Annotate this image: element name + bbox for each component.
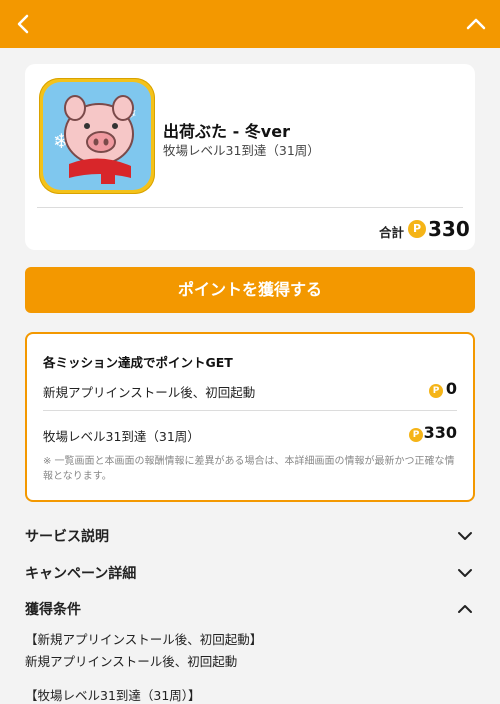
mission-note: ※ 一覧画面と本画面の報酬情報に差異がある場合は、本詳細画面の情報が最新かつ正確…	[43, 456, 455, 482]
get-points-button[interactable]: ポイントを獲得する	[25, 267, 475, 313]
section-title: キャンペーン詳細	[25, 566, 137, 582]
divider	[43, 410, 457, 411]
point-coin-icon: P	[429, 384, 443, 398]
point-coin-icon: P	[409, 428, 423, 442]
mission-points: 330	[423, 423, 457, 442]
app-condition: 牧場レベル31到達（31周）	[163, 143, 320, 158]
mission-points: 0	[445, 379, 457, 398]
mission-label: 新規アプリインストール後、初回起動	[43, 385, 256, 400]
chevron-down-icon	[458, 569, 472, 577]
point-coin-icon: P	[408, 220, 426, 238]
section-service-description[interactable]: サービス説明	[25, 524, 475, 548]
mission-label: 牧場レベル31到達（31周）	[43, 429, 200, 444]
section-title: 獲得条件	[25, 602, 81, 618]
chevron-up-icon[interactable]	[464, 12, 488, 36]
mission-item: 新規アプリインストール後、初回起動 P 0	[43, 379, 457, 402]
divider	[37, 207, 463, 208]
top-bar	[0, 0, 500, 48]
app-card: ❄ ❄ 出荷ぶた - 冬ver 牧場レベル31到達（31周） 合計 P 330	[25, 64, 475, 250]
total-label: 合計	[379, 225, 405, 240]
mission-item: 牧場レベル31到達（31周） P 330	[43, 423, 457, 446]
chevron-left-icon[interactable]	[12, 12, 36, 36]
section-campaign-details[interactable]: キャンペーン詳細	[25, 561, 475, 585]
condition-text: 新規アプリインストール後、初回起動	[25, 654, 238, 669]
chevron-up-icon	[458, 605, 472, 613]
chevron-down-icon	[458, 532, 472, 540]
mission-box: 各ミッション達成でポイントGET 新規アプリインストール後、初回起動 P 0 牧…	[25, 332, 475, 502]
app-title: 出荷ぶた - 冬ver	[163, 122, 290, 141]
condition-heading: 【牧場レベル31到達（31周）】	[25, 688, 201, 703]
pig-app-icon: ❄ ❄	[39, 78, 155, 194]
section-acquisition-conditions[interactable]: 獲得条件	[25, 597, 475, 621]
mission-header: 各ミッション達成でポイントGET	[43, 355, 233, 370]
condition-heading: 【新規アプリインストール後、初回起動】	[25, 632, 263, 647]
total-points: 330	[428, 217, 470, 241]
section-title: サービス説明	[25, 529, 109, 545]
